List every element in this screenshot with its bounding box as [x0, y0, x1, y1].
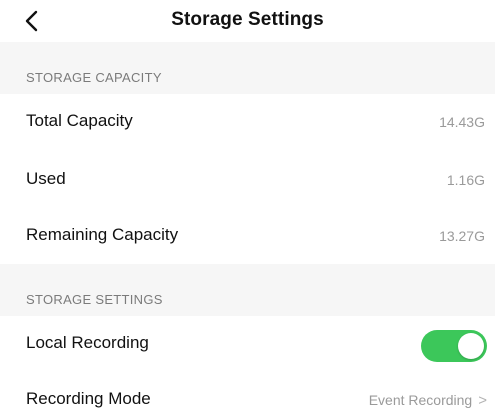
section-label: STORAGE CAPACITY	[26, 70, 162, 85]
row-value: 14.43G	[439, 114, 485, 130]
nav-bar: Storage Settings	[0, 0, 495, 42]
section-header-storage-settings: STORAGE SETTINGS	[0, 264, 495, 318]
row-label: Used	[26, 169, 66, 188]
row-label: Total Capacity	[26, 111, 133, 130]
row-label: Remaining Capacity	[26, 225, 179, 244]
page-title: Storage Settings	[171, 9, 324, 30]
row-used: Used 1.16G	[0, 152, 495, 208]
row-value: 13.27G	[439, 228, 485, 244]
local-recording-toggle[interactable]	[421, 330, 487, 362]
toggle-knob	[458, 333, 484, 359]
row-value: 1.16G	[446, 172, 485, 188]
recording-mode-value-wrap: Event Recording >	[369, 392, 487, 409]
row-remaining-capacity: Remaining Capacity 13.27G	[0, 208, 495, 264]
row-label: Local Recording	[26, 333, 149, 352]
recording-mode-value: Event Recording	[368, 392, 473, 408]
row-local-recording: Local Recording	[0, 316, 495, 372]
row-recording-mode[interactable]: Recording Mode Event Recording >	[0, 372, 495, 419]
section-header-storage-capacity: STORAGE CAPACITY	[0, 42, 495, 94]
row-label: Recording Mode	[26, 389, 151, 408]
row-total-capacity: Total Capacity 14.43G	[0, 94, 495, 150]
chevron-right-icon: >	[478, 392, 487, 409]
section-label: STORAGE SETTINGS	[26, 292, 163, 307]
